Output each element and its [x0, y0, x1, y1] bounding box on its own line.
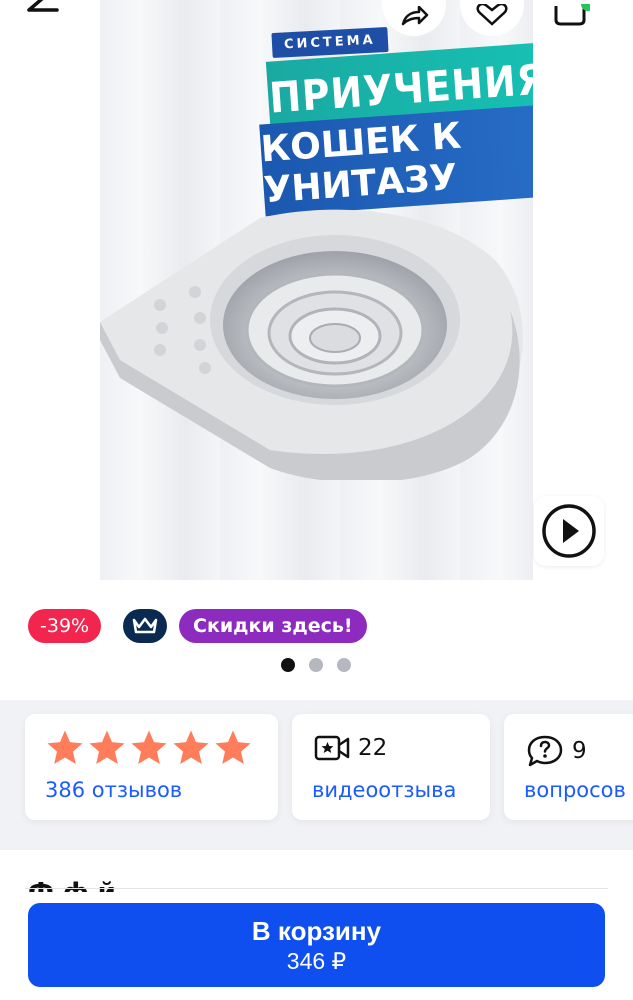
share-icon [401, 6, 429, 26]
video-reviews-label: видеоотзыва [312, 778, 457, 802]
reviews-count: 386 отзывов [45, 778, 183, 802]
discount-badge: -39% [28, 609, 102, 643]
price: 346 ₽ [286, 948, 347, 974]
product-page: СИСТЕМА ПРИУЧЕНИЯ КОШЕК К УНИТАЗУ -39% С… [0, 0, 633, 1000]
questions-label: вопросов [524, 778, 626, 802]
image-caption-small: СИСТЕМА [271, 26, 389, 59]
gallery-dot[interactable] [281, 658, 295, 672]
stats-cards: 386 отзывов 22 видеоотзыва 9 вопросов [0, 700, 633, 850]
cart-top-button[interactable] [538, 0, 602, 36]
add-to-cart-button[interactable]: В корзину 346 ₽ [28, 903, 605, 987]
badges-row: -39% Скидки здесь! [0, 595, 633, 700]
arrow-left-icon [27, 0, 59, 12]
questions-count: 9 [572, 738, 587, 764]
add-to-cart-label: В корзину [251, 916, 382, 946]
video-reviews-count: 22 [358, 735, 388, 761]
star-icon [215, 730, 251, 764]
gallery-pagination [281, 658, 351, 672]
product-title: Ф ф й [28, 878, 458, 892]
star-icon [131, 730, 167, 764]
questions-card[interactable]: 9 вопросов [504, 714, 633, 820]
play-icon [542, 504, 596, 558]
divider [25, 888, 608, 889]
premium-badge[interactable] [123, 609, 167, 643]
crown-icon [132, 617, 158, 634]
star-icon [173, 730, 209, 764]
star-icon [47, 730, 83, 764]
video-reviews-card[interactable]: 22 видеоотзыва [292, 714, 490, 820]
cat-toilet-seat-illustration [100, 209, 523, 480]
gallery-dot[interactable] [337, 658, 351, 672]
question-bubble-icon [527, 735, 563, 767]
heart-icon [476, 4, 508, 26]
play-video-button[interactable] [534, 496, 604, 566]
shopping-bag-icon [554, 4, 590, 26]
rating-stars [45, 728, 253, 768]
product-gallery[interactable]: СИСТЕМА ПРИУЧЕНИЯ КОШЕК К УНИТАЗУ [0, 0, 633, 595]
star-icon [89, 730, 125, 764]
back-button[interactable] [6, 0, 76, 36]
promo-badge[interactable]: Скидки здесь! [179, 609, 367, 643]
product-photo[interactable]: СИСТЕМА ПРИУЧЕНИЯ КОШЕК К УНИТАЗУ [100, 0, 533, 580]
reviews-card[interactable]: 386 отзывов [25, 714, 278, 820]
video-camera-icon [314, 735, 350, 761]
gallery-dot[interactable] [309, 658, 323, 672]
